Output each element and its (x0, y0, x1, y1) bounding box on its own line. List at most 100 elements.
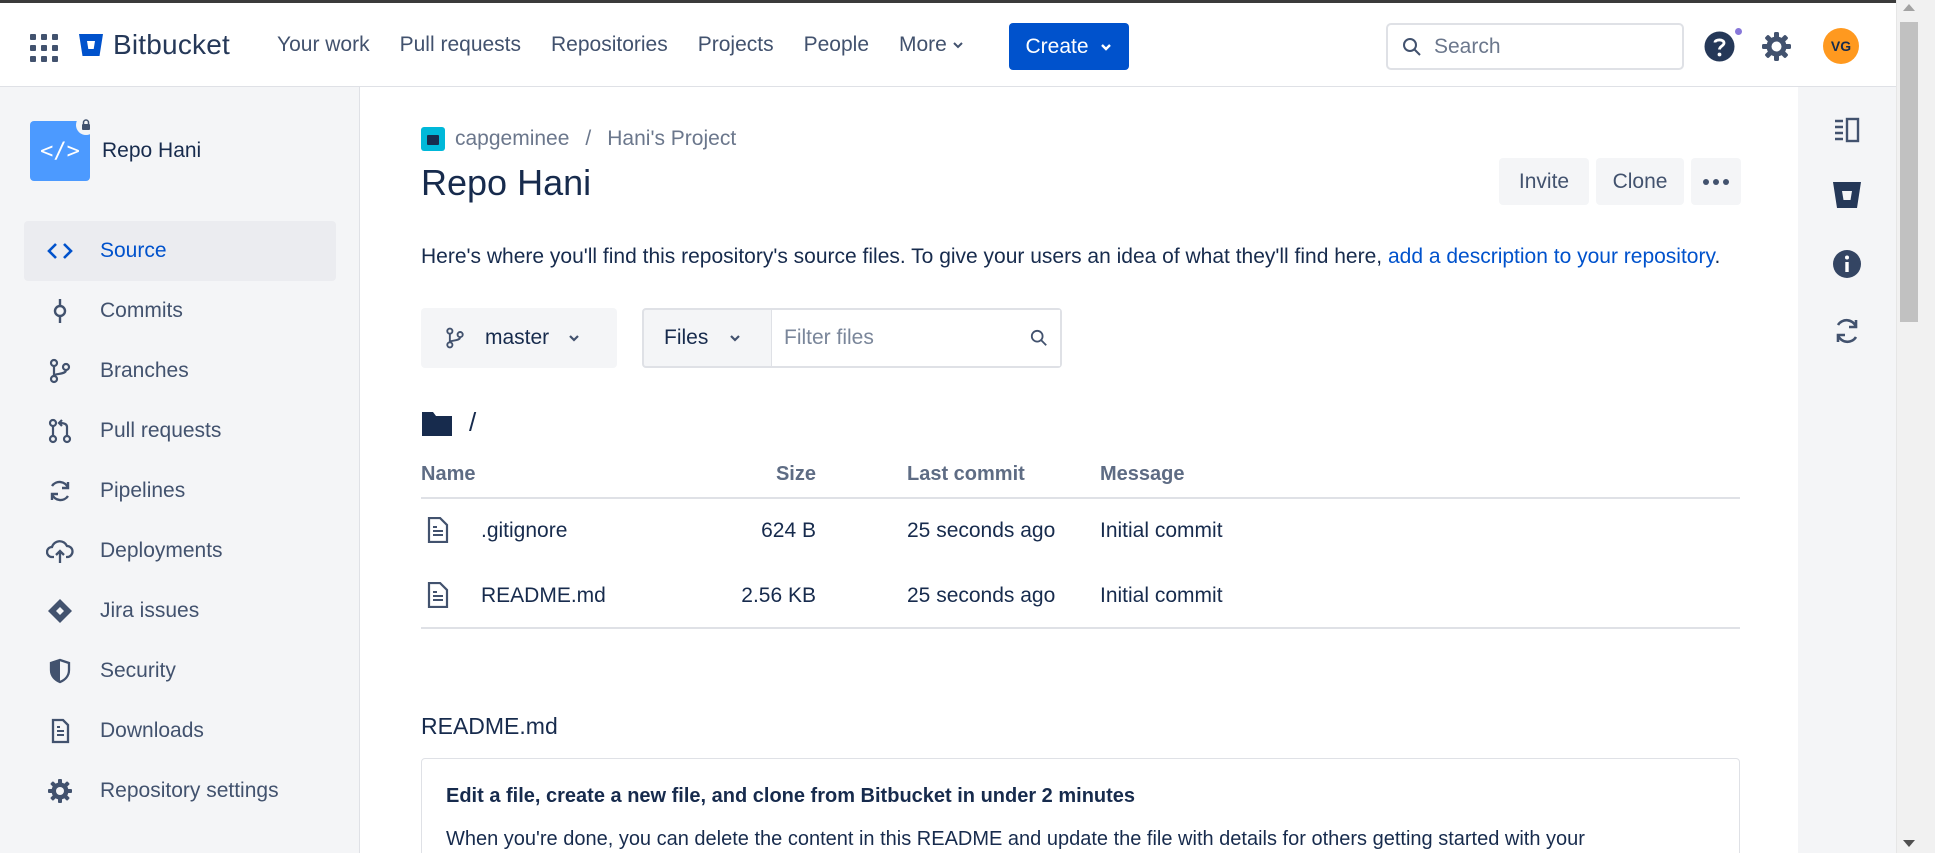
sidebar-item-security[interactable]: Security (24, 641, 336, 701)
shield-icon (49, 658, 71, 684)
folder-icon (422, 411, 452, 436)
file-last-commit[interactable]: 25 seconds ago (907, 519, 1055, 543)
side-panel-icon[interactable] (1831, 114, 1863, 146)
settings-gear-icon[interactable] (1760, 30, 1793, 63)
col-size[interactable]: Size (776, 463, 816, 486)
info-icon[interactable] (1831, 248, 1863, 280)
sidebar-item-label: Jira issues (100, 599, 200, 622)
repo-name: Repo Hani (102, 139, 202, 162)
chevron-down-icon (730, 335, 741, 342)
app-name: Bitbucket (113, 29, 230, 60)
sidebar-item-pull-requests[interactable]: Pull requests (24, 401, 336, 461)
bitbucket-logo-icon (79, 34, 103, 56)
search-icon (1403, 37, 1421, 56)
repo-avatar: </> (30, 115, 96, 181)
breadcrumb-project[interactable]: Hani's Project (607, 127, 736, 151)
create-button[interactable]: Create (1009, 23, 1129, 70)
file-name[interactable]: .gitignore (481, 519, 567, 543)
chevron-down-icon (569, 335, 579, 342)
file-table: Name Size Last commit Message .gitignore… (421, 463, 1740, 629)
pipelines-icon (50, 480, 70, 502)
add-description-link[interactable]: add a description to your repository (1388, 245, 1714, 268)
sync-icon[interactable] (1831, 315, 1863, 347)
nav-people[interactable]: People (804, 33, 869, 57)
table-row[interactable]: README.md 2.56 KB 25 seconds ago Initial… (421, 564, 1740, 629)
col-name[interactable]: Name (421, 463, 475, 486)
gear-icon (48, 779, 72, 803)
code-icon (47, 243, 73, 259)
nav-more-label: More (899, 33, 947, 56)
sidebar-item-label: Downloads (100, 719, 204, 742)
nav-pull-requests[interactable]: Pull requests (400, 33, 521, 57)
repo-header[interactable]: </> Repo Hani (30, 115, 202, 181)
files-dropdown[interactable]: Files (644, 310, 772, 366)
clone-button[interactable]: Clone (1596, 158, 1684, 205)
chevron-down-icon (953, 42, 963, 49)
col-last-commit[interactable]: Last commit (907, 463, 1025, 486)
create-label: Create (1025, 34, 1089, 58)
sidebar-item-jira-issues[interactable]: Jira issues (24, 581, 336, 641)
table-row[interactable]: .gitignore 624 B 25 seconds ago Initial … (421, 499, 1740, 564)
sidebar-item-label: Branches (100, 359, 189, 382)
user-avatar[interactable]: VG (1823, 28, 1859, 64)
sidebar-item-source[interactable]: Source (24, 221, 336, 281)
sidebar-item-pipelines[interactable]: Pipelines (24, 461, 336, 521)
scrollbar-thumb[interactable] (1900, 22, 1918, 322)
file-name[interactable]: README.md (481, 584, 606, 608)
nav-repositories[interactable]: Repositories (551, 33, 668, 57)
sidebar-item-commits[interactable]: Commits (24, 281, 336, 341)
top-navigation-bar: Bitbucket Your work Pull requests Reposi… (0, 0, 1896, 87)
col-message[interactable]: Message (1100, 463, 1185, 486)
sidebar-item-branches[interactable]: Branches (24, 341, 336, 401)
nav-projects[interactable]: Projects (698, 33, 774, 57)
sidebar-item-repository-settings[interactable]: Repository settings (24, 761, 336, 821)
scroll-down-arrow-icon[interactable] (1903, 840, 1915, 847)
breadcrumb-workspace[interactable]: capgeminee (455, 127, 569, 151)
branch-name: master (485, 326, 550, 349)
repo-description: Here's where you'll find this repository… (421, 245, 1720, 269)
page-scrollbar[interactable] (1896, 0, 1935, 853)
search-input[interactable]: Search (1386, 23, 1684, 70)
bitbucket-icon[interactable] (1831, 178, 1863, 210)
sidebar-item-label: Pipelines (100, 479, 186, 502)
file-last-commit[interactable]: 25 seconds ago (907, 584, 1055, 608)
right-rail (1798, 87, 1896, 853)
sidebar-item-label: Repository settings (100, 779, 279, 802)
readme-text: When you're done, you can delete the con… (446, 828, 1585, 850)
chevron-down-icon (1100, 43, 1111, 51)
readme-title: README.md (421, 713, 558, 739)
filter-files-input[interactable]: Filter files (772, 310, 1060, 366)
readme-heading: Edit a file, create a new file, and clon… (446, 785, 1136, 807)
code-brackets-icon: </> (40, 138, 80, 164)
files-dropdown-label: Files (664, 326, 709, 349)
page-title: Repo Hani (421, 162, 592, 203)
more-horizontal-icon (1703, 178, 1729, 185)
sidebar-item-deployments[interactable]: Deployments (24, 521, 336, 581)
branch-icon (446, 327, 464, 349)
app-switcher-icon[interactable] (30, 34, 58, 62)
invite-button[interactable]: Invite (1499, 158, 1589, 205)
branch-selector[interactable]: master (421, 308, 617, 368)
help-icon[interactable] (1703, 30, 1736, 63)
main-content: capgeminee / Hani's Project Repo Hani In… (361, 87, 1798, 853)
nav-your-work[interactable]: Your work (277, 33, 370, 57)
search-icon (1030, 329, 1047, 346)
file-message[interactable]: Initial commit (1100, 519, 1223, 543)
cloud-upload-icon (46, 540, 74, 563)
file-filter: Files Filter files (642, 308, 1062, 368)
file-message[interactable]: Initial commit (1100, 584, 1223, 608)
sidebar-item-label: Source (100, 239, 167, 262)
scroll-up-arrow-icon[interactable] (1903, 4, 1915, 11)
file-size: 624 B (761, 519, 816, 542)
sidebar-item-label: Pull requests (100, 419, 222, 442)
repository-sidebar: </> Repo Hani Source Commits Branches Pu… (0, 87, 360, 853)
sidebar-item-downloads[interactable]: Downloads (24, 701, 336, 761)
nav-more[interactable]: More (899, 33, 965, 57)
search-placeholder: Search (1434, 34, 1501, 58)
description-end: . (1714, 245, 1721, 268)
notification-dot (1733, 26, 1744, 37)
bitbucket-logo[interactable]: Bitbucket (78, 29, 230, 61)
sidebar-item-label: Deployments (100, 539, 223, 562)
more-actions-button[interactable] (1691, 158, 1741, 205)
file-icon (427, 517, 449, 543)
